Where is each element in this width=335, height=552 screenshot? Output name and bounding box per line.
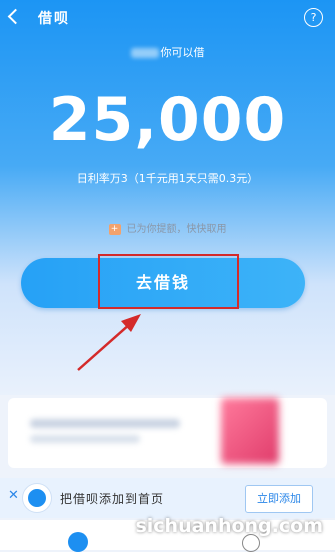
watermark: sichuanhong.com bbox=[135, 515, 323, 537]
banner-text: 把借呗添加到首页 bbox=[60, 492, 165, 506]
promo-card[interactable] bbox=[8, 398, 327, 468]
home-tab-icon[interactable] bbox=[68, 532, 88, 552]
app-logo-icon bbox=[23, 484, 51, 512]
blurred-promo-image bbox=[221, 398, 279, 464]
blurred-promo-subtext bbox=[30, 435, 140, 443]
close-icon[interactable]: ✕ bbox=[8, 488, 19, 503]
blurred-promo-text bbox=[30, 419, 180, 428]
add-to-home-banner: ✕ 把借呗添加到首页 立即添加 bbox=[0, 478, 335, 518]
add-now-button[interactable]: 立即添加 bbox=[245, 485, 313, 513]
